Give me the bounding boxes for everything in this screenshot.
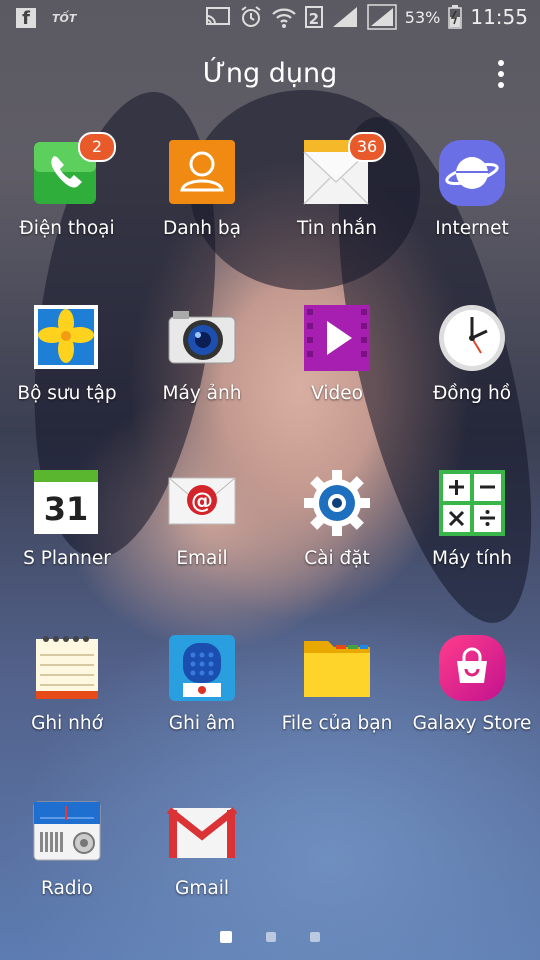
page-dot-2[interactable] xyxy=(266,932,276,942)
app-label: Đồng hồ xyxy=(432,383,512,404)
contacts-icon xyxy=(167,138,237,208)
app-label: Máy ảnh xyxy=(162,383,242,404)
battery-icon xyxy=(448,5,463,29)
app-s-planner[interactable]: 31 S Planner xyxy=(0,468,134,569)
app-label: Danh bạ xyxy=(163,218,241,239)
app-clock[interactable]: Đồng hồ xyxy=(405,303,539,404)
store-icon xyxy=(437,633,507,703)
email-icon: @ xyxy=(167,468,237,538)
app-label: Radio xyxy=(41,878,93,899)
app-label: Email xyxy=(176,548,228,569)
more-options-icon[interactable] xyxy=(498,60,504,93)
clock: 11:55 xyxy=(470,5,528,29)
app-label: Gmail xyxy=(175,878,229,899)
app-video[interactable]: Video xyxy=(270,303,404,404)
gallery-icon xyxy=(32,303,102,373)
messages-icon: 36 xyxy=(302,132,386,208)
svg-text:@: @ xyxy=(191,489,213,514)
app-label: Máy tính xyxy=(432,548,512,569)
page-dot-3[interactable] xyxy=(310,932,320,942)
signal-icon xyxy=(332,7,357,27)
app-gallery[interactable]: Bộ sưu tập xyxy=(0,303,134,404)
app-label: Tin nhắn xyxy=(297,218,377,239)
voice-recorder-icon xyxy=(167,633,237,703)
gmail-icon xyxy=(166,798,238,868)
app-voice-recorder[interactable]: Ghi âm xyxy=(135,633,269,734)
app-label: Ghi âm xyxy=(168,713,236,734)
app-contacts[interactable]: Danh bạ xyxy=(135,138,269,239)
app-radio[interactable]: Radio xyxy=(0,798,134,899)
status-bar: f TỐT 2 53% 11:55 xyxy=(0,0,540,38)
radio-icon xyxy=(32,798,102,868)
page-indicator xyxy=(0,931,540,943)
app-label: File của bạn xyxy=(281,713,393,734)
app-galaxy-store[interactable]: Galaxy Store xyxy=(405,633,539,734)
app-internet[interactable]: Internet xyxy=(405,138,539,239)
page-title: Ứng dụng xyxy=(202,58,338,89)
video-icon xyxy=(302,303,372,373)
internet-icon xyxy=(437,138,507,208)
app-label: Internet xyxy=(435,218,509,239)
app-label: Galaxy Store xyxy=(412,713,532,734)
phone-icon: 2 xyxy=(32,132,116,208)
signal-icon-2 xyxy=(367,4,397,30)
calculator-icon xyxy=(437,468,507,538)
app-label: S Planner xyxy=(23,548,111,569)
settings-icon xyxy=(302,468,372,538)
folder-icon xyxy=(302,633,372,703)
page-dot-1[interactable] xyxy=(220,931,232,943)
app-calculator[interactable]: Máy tính xyxy=(405,468,539,569)
app-gmail[interactable]: Gmail xyxy=(135,798,269,899)
app-label: Bộ sưu tập xyxy=(17,383,117,404)
facebook-icon: f xyxy=(16,8,36,29)
cast-icon xyxy=(205,7,230,25)
alarm-icon xyxy=(241,6,261,27)
app-phone[interactable]: 2 Điện thoại xyxy=(0,132,134,239)
tot-icon: TỐT xyxy=(52,11,77,25)
app-email[interactable]: @ Email xyxy=(135,468,269,569)
calendar-date: 31 xyxy=(44,490,89,528)
memo-icon xyxy=(32,633,102,703)
app-messages[interactable]: 36 Tin nhắn xyxy=(270,132,404,239)
notification-badge: 2 xyxy=(78,132,116,162)
app-label: Cài đặt xyxy=(304,548,370,569)
clock-icon xyxy=(437,303,507,373)
app-settings[interactable]: Cài đặt xyxy=(270,468,404,569)
app-my-files[interactable]: File của bạn xyxy=(270,633,404,734)
app-label: Điện thoại xyxy=(19,218,115,239)
app-memo[interactable]: Ghi nhớ xyxy=(0,633,134,734)
camera-icon xyxy=(167,303,237,373)
app-label: Ghi nhớ xyxy=(31,713,103,734)
battery-percent: 53% xyxy=(404,7,441,27)
app-label: Video xyxy=(311,383,363,404)
app-camera[interactable]: Máy ảnh xyxy=(135,303,269,404)
calendar-icon: 31 xyxy=(32,468,102,538)
notification-badge: 36 xyxy=(348,132,386,162)
sim-indicator: 2 xyxy=(304,6,323,28)
wifi-icon xyxy=(272,8,296,28)
